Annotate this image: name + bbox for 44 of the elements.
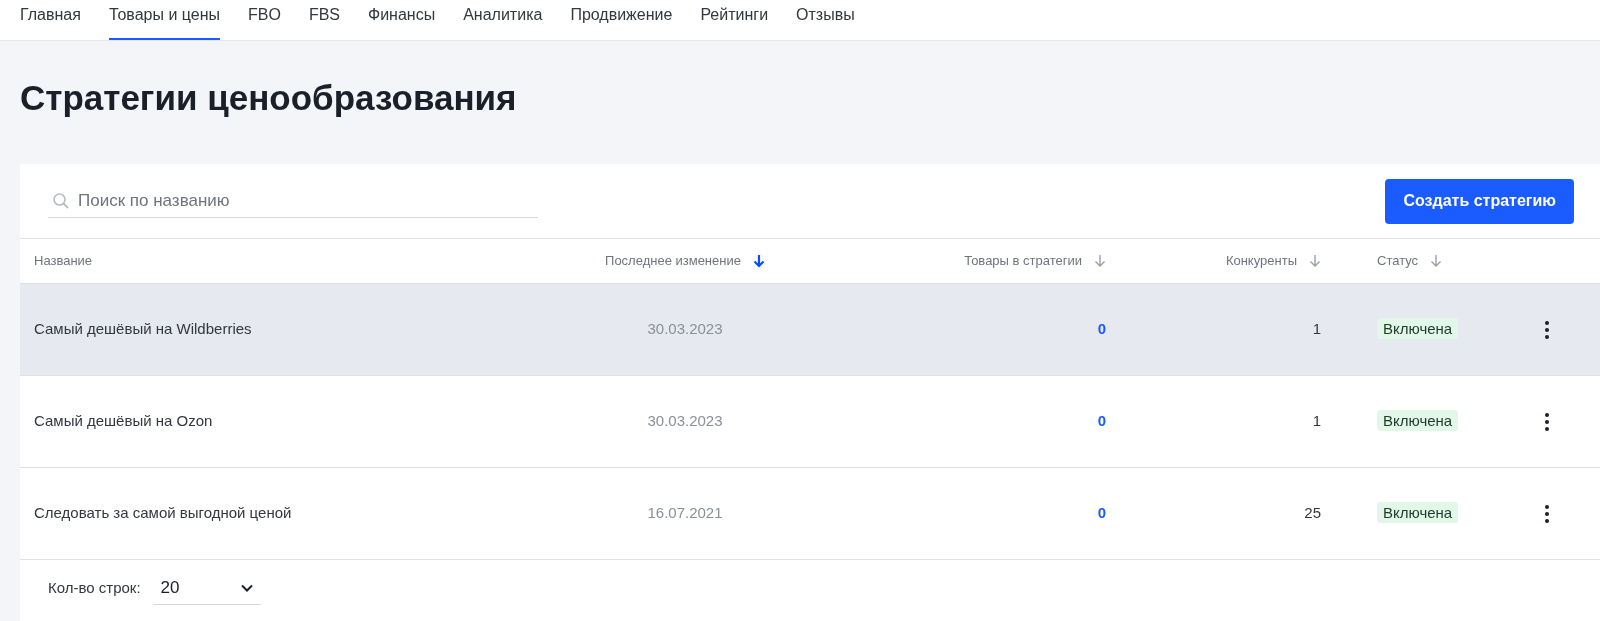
strategy-name: Самый дешёвый на Wildberries xyxy=(34,320,252,338)
competitors-count: 1 xyxy=(1312,320,1321,338)
nav-tab[interactable]: Главная xyxy=(20,0,81,40)
rows-per-page-dropdown[interactable]: 20 xyxy=(152,571,261,605)
column-header: Название xyxy=(34,252,93,271)
search-icon xyxy=(52,192,70,210)
column-header: Статус xyxy=(1377,252,1419,271)
date-cell: 30.03.2023 xyxy=(647,320,723,338)
strategy-name: Следовать за самой выгодной ценой xyxy=(34,504,292,522)
nav-tab[interactable]: Товары и цены xyxy=(108,0,220,40)
chevron-down-icon xyxy=(240,583,253,592)
date-cell: 16.07.2021 xyxy=(647,504,723,522)
nav-tab[interactable]: Финансы xyxy=(368,0,436,40)
status-badge: Включена xyxy=(1377,318,1459,340)
nav-tab[interactable]: FBS xyxy=(308,0,340,40)
products-count-link[interactable]: 0 xyxy=(1097,504,1106,522)
more-options-icon[interactable] xyxy=(1545,412,1549,431)
sort-arrow-icon[interactable] xyxy=(1094,254,1106,268)
sort-arrow-icon[interactable] xyxy=(1309,254,1321,268)
column-header: Конкуренты xyxy=(1225,252,1297,271)
date-cell: 30.03.2023 xyxy=(647,412,723,430)
page-title: Стратегии ценообразования xyxy=(20,77,518,119)
status-badge: Включена xyxy=(1377,410,1459,432)
sort-arrow-icon[interactable] xyxy=(752,254,765,268)
products-count-link[interactable]: 0 xyxy=(1097,320,1106,338)
nav-tab[interactable]: Аналитика xyxy=(463,0,543,40)
nav-tab[interactable]: Отзывы xyxy=(796,0,855,40)
column-header: Товары в стратегии xyxy=(964,252,1082,271)
products-count-link[interactable]: 0 xyxy=(1097,412,1106,430)
table-row[interactable]: Самый дешёвый на Wildberries 30.03.2023 0 1 Включена xyxy=(20,284,1600,376)
rows-per-page-label: Кол-во строк: xyxy=(48,577,141,598)
strategy-name: Самый дешёвый на Ozon xyxy=(34,412,213,430)
sort-arrow-icon[interactable] xyxy=(1430,254,1443,268)
more-options-icon[interactable] xyxy=(1545,320,1549,339)
competitors-count: 25 xyxy=(1304,504,1321,522)
nav-tab[interactable]: Продвижение xyxy=(570,0,673,40)
competitors-count: 1 xyxy=(1312,412,1321,430)
nav-tab[interactable]: Рейтинги xyxy=(700,0,769,40)
nav-tab[interactable]: FBO xyxy=(248,0,281,40)
create-strategy-button[interactable]: Создать стратегию xyxy=(1385,178,1574,224)
more-options-icon[interactable] xyxy=(1545,504,1549,523)
search-field[interactable]: Поиск по названию xyxy=(48,184,538,218)
status-badge: Включена xyxy=(1377,502,1459,524)
column-header: Последнее изменение xyxy=(605,252,741,271)
